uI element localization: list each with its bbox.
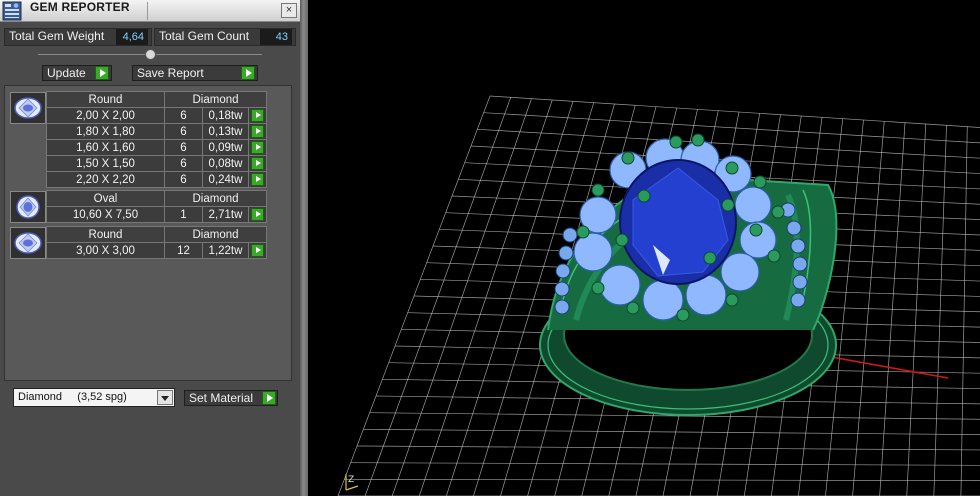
grid-line [356,445,980,451]
weight-cell: 0,09tw [202,139,249,156]
round-gem-icon[interactable] [10,92,46,124]
count-cell: 6 [164,155,203,172]
gem-reporter-app-icon [2,1,22,21]
count-cell: 6 [164,123,203,140]
grid-line [489,95,980,128]
table-row: 1,50 X 1,50 6 0,08tw [46,155,267,172]
weight-cell: 0,08tw [202,155,249,172]
total-weight-label: Total Gem Weight [9,29,105,43]
table-row: 2,00 X 2,00 6 0,18tw [46,107,267,124]
count-cell: 1 [164,206,203,223]
grid-line [477,128,980,159]
set-material-play-icon[interactable] [262,391,276,405]
size-cell: 1,50 X 1,50 [46,155,165,172]
grid-line [483,112,980,144]
material-header: Diamond [164,190,267,207]
title-divider [147,2,148,20]
size-cell: 3,00 X 3,00 [46,242,165,259]
size-cell: 10,60 X 7,50 [46,206,165,223]
grid-line [350,462,980,466]
weight-cell: 0,24tw [202,171,249,188]
total-count-value: 43 [260,29,292,45]
gem-reporter-panel: GEM REPORTER × Total Gem Weight 4,64 Tot… [0,0,300,496]
grid-line [344,478,980,482]
3d-viewport[interactable]: Z [308,0,980,496]
size-cell: 1,80 X 1,80 [46,123,165,140]
panel-splitter[interactable] [300,0,308,496]
play-icon[interactable] [251,208,264,221]
size-cell: 1,60 X 1,60 [46,139,165,156]
row-select-button[interactable] [248,242,267,259]
window-title: GEM REPORTER [30,0,130,14]
weight-cell: 0,18tw [202,107,249,124]
count-cell: 6 [164,171,203,188]
material-header: Diamond [164,226,267,243]
size-cell: 2,20 X 2,20 [46,171,165,188]
play-icon[interactable] [251,109,264,122]
save-report-button[interactable]: Save Report [132,65,258,81]
count-cell: 12 [164,242,203,259]
round-gem-icon[interactable] [10,227,46,259]
play-icon[interactable] [251,244,264,257]
title-bar: GEM REPORTER × [0,0,300,22]
table-row: 10,60 X 7,50 1 2,71tw [46,206,267,223]
total-weight-value: 4,64 [116,29,148,45]
gem-group-table: Oval Diamond 10,60 X 7,50 1 2,71tw [46,190,267,223]
center-sapphire [619,159,737,285]
axis-gizmo: Z [345,474,359,491]
oval-gem-icon[interactable] [10,191,46,223]
material-header: Diamond [164,91,267,108]
total-count-label: Total Gem Count [159,29,250,43]
material-select[interactable]: Diamond (3,52 spg) [13,388,175,407]
table-row: 3,00 X 3,00 12 1,22tw [46,242,267,259]
size-cell: 2,00 X 2,00 [46,107,165,124]
row-select-button[interactable] [248,171,267,188]
row-select-button[interactable] [248,107,267,124]
save-report-play-icon[interactable] [241,66,255,80]
shape-header: Round [46,226,165,243]
row-select-button[interactable] [248,155,267,172]
axis-label: Z [348,475,354,485]
shape-header: Round [46,91,165,108]
panel-slider-handle[interactable] [145,49,156,60]
weight-cell: 1,22tw [202,242,249,259]
count-cell: 6 [164,139,203,156]
play-icon[interactable] [251,157,264,170]
weight-cell: 0,13tw [202,123,249,140]
chevron-down-icon[interactable] [157,390,173,405]
count-cell: 6 [164,107,203,124]
row-select-button[interactable] [248,123,267,140]
gem-group-table: Round Diamond 2,00 X 2,00 6 0,18tw 1,80 … [46,91,267,188]
close-button[interactable]: × [281,3,297,18]
play-icon[interactable] [251,125,264,138]
shape-header: Oval [46,190,165,207]
play-icon[interactable] [251,173,264,186]
row-select-button[interactable] [248,206,267,223]
gem-group-table: Round Diamond 3,00 X 3,00 12 1,22tw [46,226,267,259]
weight-cell: 2,71tw [202,206,249,223]
save-report-label: Save Report [137,66,204,80]
table-row: 1,60 X 1,60 6 0,09tw [46,139,267,156]
table-row: 2,20 X 2,20 6 0,24tw [46,171,267,188]
row-select-button[interactable] [248,139,267,156]
update-label: Update [47,66,86,80]
set-material-label: Set Material [189,391,254,405]
update-play-icon[interactable] [95,66,109,80]
play-icon[interactable] [251,141,264,154]
table-row: 1,80 X 1,80 6 0,13tw [46,123,267,140]
grid-line [363,428,980,435]
